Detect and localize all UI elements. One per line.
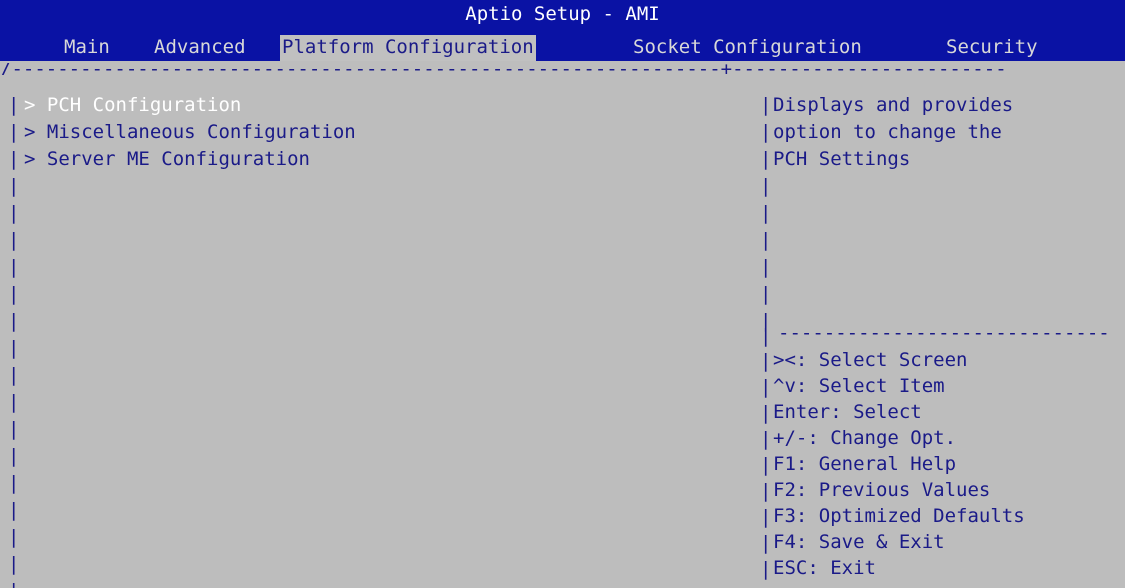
key-save-exit: F4: Save & Exit — [773, 531, 945, 553]
help-divider-corner: | — [760, 325, 772, 347]
tab-bar: Main Advanced Platform Configuration Soc… — [0, 31, 1125, 61]
menu-item-pch-configuration[interactable]: > PCH Configuration — [24, 92, 356, 119]
menu-list: > PCH Configuration > Miscellaneous Conf… — [24, 92, 356, 173]
window-title: Aptio Setup - AMI — [465, 3, 660, 25]
key-previous-values: F2: Previous Values — [773, 479, 991, 501]
tab-socket-configuration[interactable]: Socket Configuration — [631, 35, 864, 61]
key-legend: ><: Select Screen ^v: Select Item Enter:… — [773, 348, 1025, 582]
tab-security[interactable]: Security — [944, 35, 1040, 61]
keys-border: | | | | | | | | | — [760, 350, 772, 580]
help-line: Displays and provides — [773, 94, 1014, 116]
top-divider: /---------------------------------------… — [0, 63, 1007, 75]
key-select-item: ^v: Select Item — [773, 375, 945, 397]
help-divider: ----------------------------- — [778, 327, 1110, 339]
menu-item-miscellaneous-configuration[interactable]: > Miscellaneous Configuration — [24, 119, 356, 146]
key-exit: ESC: Exit — [773, 557, 876, 579]
tab-advanced[interactable]: Advanced — [152, 35, 248, 61]
tab-main[interactable]: Main — [62, 35, 112, 61]
menu-item-server-me-configuration[interactable]: > Server ME Configuration — [24, 146, 356, 173]
tab-platform-configuration[interactable]: Platform Configuration — [280, 35, 536, 61]
help-panel: Displays and provides option to change t… — [773, 92, 1013, 173]
title-bar: Aptio Setup - AMI Main Advanced Platform… — [0, 0, 1125, 61]
key-general-help: F1: General Help — [773, 453, 957, 475]
right-panel-border: | | | | | | | | | — [760, 94, 772, 332]
key-change-opt: +/-: Change Opt. — [773, 427, 957, 449]
key-enter-select: Enter: Select — [773, 401, 922, 423]
help-line: PCH Settings — [773, 148, 911, 170]
bios-setup-screen: Aptio Setup - AMI Main Advanced Platform… — [0, 0, 1125, 588]
key-optimized-defaults: F3: Optimized Defaults — [773, 505, 1025, 527]
left-border: | | | | | | | | | | | | | | | | | | | — [8, 94, 20, 588]
help-line: option to change the — [773, 121, 1002, 143]
key-select-screen: ><: Select Screen — [773, 349, 968, 371]
